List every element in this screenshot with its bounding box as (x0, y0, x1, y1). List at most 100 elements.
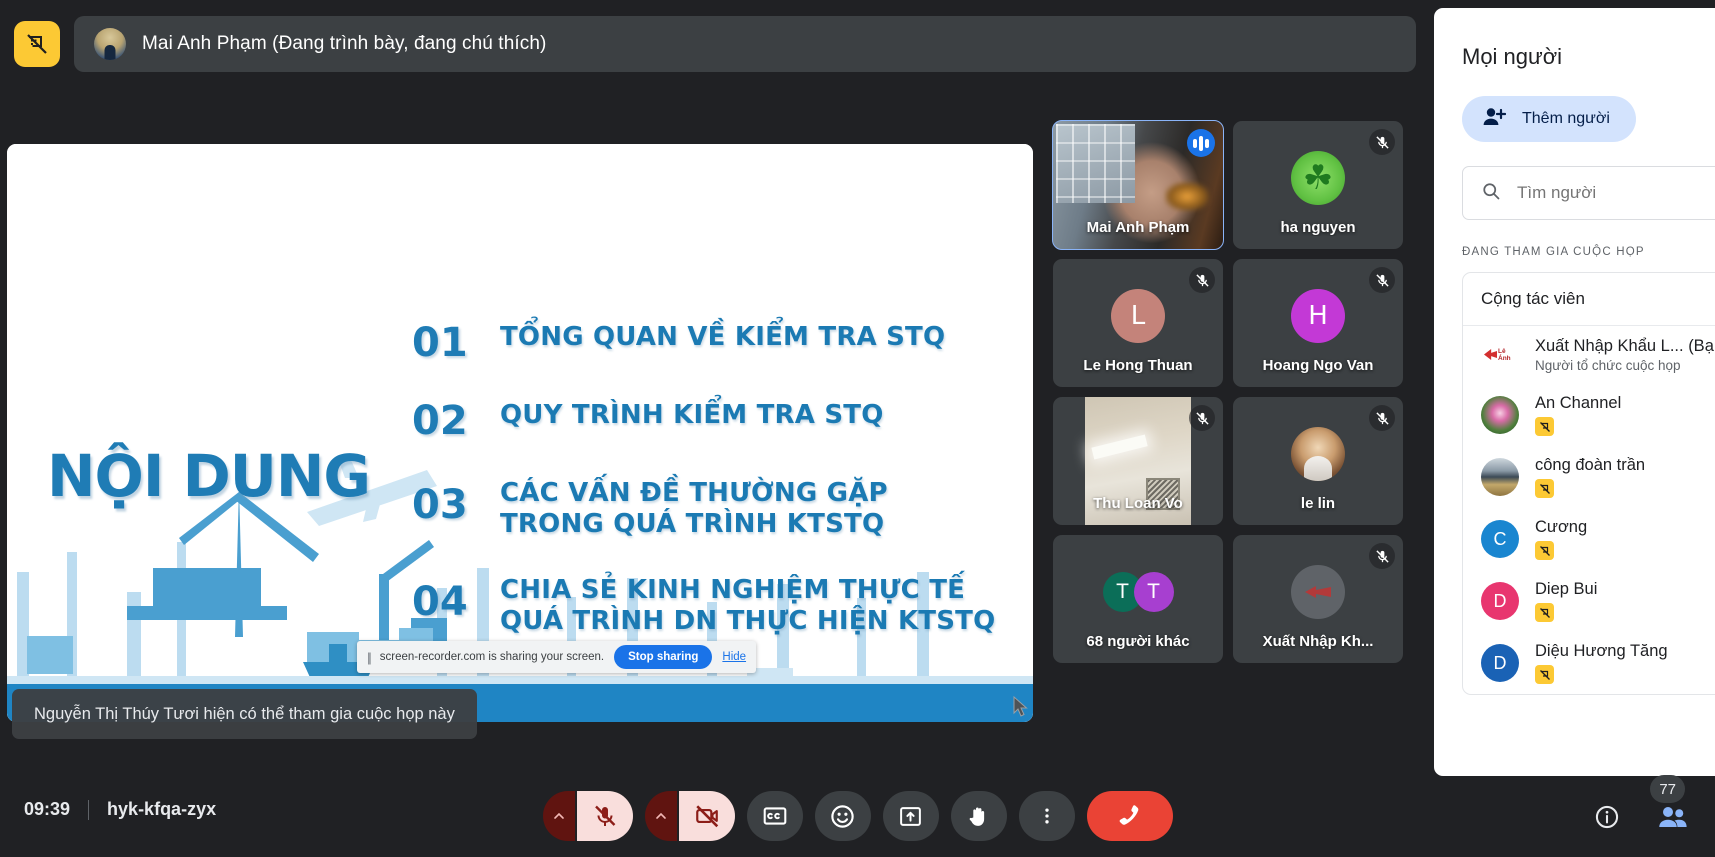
participant-tiles: Mai Anh Phạm ha nguyen L Le Hong Thuan H… (1052, 120, 1403, 663)
presentation-slide: NỘI DUNG 01 TỔNG QUAN VỀ KIỂM TRA STQ 02… (7, 144, 1033, 722)
participants-button[interactable]: 77 (1650, 775, 1693, 837)
avatar (1291, 151, 1345, 205)
tile-other-participants[interactable]: T T 68 người khác (1053, 535, 1223, 663)
list-item[interactable]: D Diep Bui (1463, 570, 1715, 632)
right-controls: 77 (1587, 775, 1693, 837)
participant-name: An Channel (1535, 394, 1622, 412)
captions-button[interactable] (746, 791, 803, 841)
presentation-off-icon (1535, 541, 1554, 560)
tile-label: Mai Anh Phạm (1086, 219, 1190, 236)
presenter-chip[interactable]: Mai Anh Phạm (Đang trình bày, đang chú t… (74, 16, 1416, 72)
stacked-avatars: T T (1102, 572, 1174, 612)
search-input[interactable] (1517, 183, 1715, 203)
agenda-number: 02 (412, 398, 468, 444)
tile-mai-anh-pham[interactable]: Mai Anh Phạm (1052, 120, 1224, 250)
search-people-box[interactable] (1462, 166, 1715, 220)
stop-sharing-button[interactable]: Stop sharing (614, 645, 713, 669)
presenter-avatar (94, 28, 126, 60)
list-item[interactable]: C Cương (1463, 508, 1715, 570)
list-item[interactable]: D Diệu Hương Tăng (1463, 632, 1715, 694)
tile-ha-nguyen[interactable]: ha nguyen (1233, 121, 1403, 249)
raise-hand-button[interactable] (950, 791, 1007, 841)
group-label: Cộng tác viên (1463, 273, 1715, 326)
more-options-button[interactable] (1018, 791, 1075, 841)
participant-list: Xuất Nhập Khẩu L... (Bạ Người tổ chức cu… (1463, 326, 1715, 694)
meeting-details-button[interactable] (1587, 797, 1627, 837)
presentation-off-icon (1535, 417, 1554, 436)
search-icon (1481, 181, 1501, 206)
divider (88, 799, 90, 820)
list-item[interactable]: công đoàn trần (1463, 446, 1715, 508)
list-item[interactable]: Xuất Nhập Khẩu L... (Bạ Người tổ chức cu… (1463, 326, 1715, 384)
mic-off-icon (1369, 543, 1395, 569)
presentation-off-icon[interactable] (14, 21, 60, 67)
participant-role: Người tổ chức cuộc họp (1535, 358, 1681, 373)
mic-options-button[interactable] (542, 791, 575, 841)
meeting-code: hyk-kfqa-zyx (107, 799, 217, 819)
microphone-control-group (542, 791, 633, 841)
agenda-item: 04 CHIA SẺ KINH NGHIỆM THỰC TẾ QUÁ TRÌNH… (412, 575, 995, 636)
tile-le-lin[interactable]: le lin (1233, 397, 1403, 525)
mic-off-icon (1369, 129, 1395, 155)
mic-off-icon (1189, 405, 1215, 431)
mic-off-icon (1369, 405, 1395, 431)
camera-control-group (644, 791, 735, 841)
tile-le-hong-thuan[interactable]: L Le Hong Thuan (1053, 259, 1223, 387)
tile-label: Le Hong Thuan (1083, 357, 1193, 374)
toast-message: Nguyễn Thị Thúy Tươi hiện có thể tham gi… (34, 704, 455, 723)
agenda-number: 04 (412, 579, 468, 626)
participant-name: Diệu Hương Tăng (1535, 642, 1668, 660)
avatar (1481, 396, 1519, 434)
shared-screen[interactable]: NỘI DUNG 01 TỔNG QUAN VỀ KIỂM TRA STQ 02… (7, 144, 1033, 722)
participant-text: công đoàn trần (1535, 456, 1645, 498)
participant-text: Diệu Hương Tăng (1535, 642, 1668, 684)
add-person-icon (1482, 106, 1507, 133)
clock: 09:39 (24, 799, 71, 819)
top-bar: Mai Anh Phạm (Đang trình bày, đang chú t… (0, 0, 1434, 88)
hide-link[interactable]: Hide (722, 651, 746, 663)
tile-label: ha nguyen (1280, 219, 1356, 236)
reactions-button[interactable] (814, 791, 871, 841)
tile-label: le lin (1300, 495, 1336, 512)
agenda-item: 02 QUY TRÌNH KIỂM TRA STQ (412, 400, 995, 442)
microphone-muted-button[interactable] (576, 791, 633, 841)
participant-name: Cương (1535, 518, 1588, 536)
camera-options-button[interactable] (644, 791, 677, 841)
share-message: screen-recorder.com is sharing your scre… (379, 651, 605, 663)
speaking-indicator-icon (1187, 129, 1215, 157)
agenda-item: 01 TỔNG QUAN VỀ KIỂM TRA STQ (412, 322, 995, 364)
avatar-initial: T (1133, 572, 1174, 612)
google-meet-window: Mai Anh Phạm (Đang trình bày, đang chú t… (0, 0, 1715, 857)
mouse-cursor-icon (1013, 695, 1029, 722)
drag-handle-icon[interactable]: || (367, 650, 372, 665)
tile-thu-loan-vo[interactable]: Thu Loan Vo (1053, 397, 1223, 525)
camera-off-button[interactable] (678, 791, 735, 841)
sea-line (7, 676, 1033, 684)
participant-text: Cương (1535, 518, 1587, 560)
avatar (1481, 458, 1519, 496)
avatar-initial: D (1481, 644, 1519, 682)
presentation-off-icon (1535, 665, 1554, 684)
avatar-initial: D (1481, 582, 1519, 620)
participant-count-badge: 77 (1650, 775, 1685, 803)
add-people-button[interactable]: Thêm người (1462, 96, 1636, 142)
agenda-text: CHIA SẺ KINH NGHIỆM THỰC TẾ QUÁ TRÌNH DN… (500, 575, 996, 637)
mic-off-icon (1189, 267, 1215, 293)
agenda-number: 01 (412, 320, 468, 366)
present-now-button[interactable] (882, 791, 939, 841)
presentation-off-icon (1535, 603, 1554, 622)
tile-hoang-ngo-van[interactable]: H Hoang Ngo Van (1233, 259, 1403, 387)
list-item[interactable]: An Channel (1463, 384, 1715, 446)
tile-xuat-nhap-khau[interactable]: Xuất Nhập Kh... (1233, 535, 1403, 663)
participant-text: Diep Bui (1535, 580, 1597, 622)
tile-label: Hoang Ngo Van (1262, 357, 1374, 374)
agenda-list: 01 TỔNG QUAN VỀ KIỂM TRA STQ 02 QUY TRÌN… (412, 322, 995, 673)
avatar (1481, 336, 1519, 374)
participants-group-card: Cộng tác viên Xuất Nhập Khẩu L... (Bạ Ng… (1462, 272, 1715, 695)
leave-call-button[interactable] (1086, 791, 1173, 841)
people-panel: Mọi người Thêm người ĐANG THAM GIA CUỘC … (1434, 8, 1715, 776)
bottom-bar: 09:39 hyk-kfqa-zyx 77 (0, 775, 1715, 857)
agenda-text: CÁC VẤN ĐỀ THƯỜNG GẶP TRONG QUÁ TRÌNH KT… (500, 478, 888, 539)
screen-share-notification: || screen-recorder.com is sharing your s… (357, 641, 757, 673)
avatar-initial: C (1481, 520, 1519, 558)
